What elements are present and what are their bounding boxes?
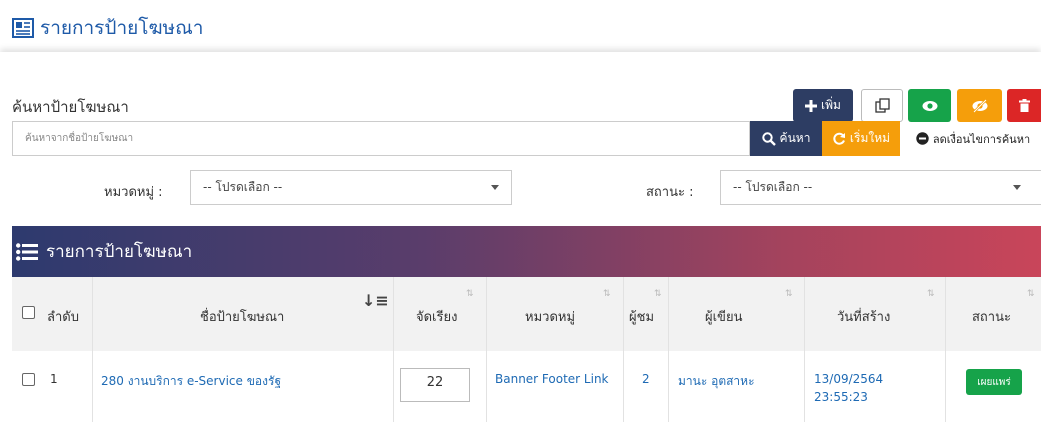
trash-icon [1018, 99, 1030, 112]
panel-title: ค้นหาป้ายโฆษณา [12, 98, 129, 116]
column-divider [623, 277, 624, 422]
column-header-name[interactable]: ชื่อป้ายโฆษณา [200, 306, 284, 327]
minus-circle-icon [916, 132, 929, 145]
chevron-down-icon [1013, 185, 1021, 190]
row-number: 1 [50, 372, 58, 386]
eye-slash-icon [972, 98, 987, 113]
row-created-time: 23:55:23 [814, 390, 868, 404]
delete-button[interactable] [1007, 89, 1041, 122]
column-divider [804, 277, 805, 422]
column-header-author[interactable]: ผู้เขียน [705, 306, 742, 327]
column-header-no[interactable]: ลำดับ [47, 306, 79, 327]
chevron-down-icon [491, 185, 499, 190]
status-filter-label: สถานะ : [646, 185, 694, 200]
search-button[interactable]: ค้นหา [750, 121, 822, 156]
sort-icon[interactable]: ⇅ [785, 289, 793, 299]
reset-button[interactable]: เริ่มใหม่ [822, 121, 900, 156]
copy-icon [874, 98, 890, 113]
add-button-label: เพิ่ม [821, 98, 841, 112]
column-header-status[interactable]: สถานะ [972, 306, 1011, 327]
column-divider [486, 277, 487, 422]
sort-icon[interactable]: ⇅ [927, 289, 935, 299]
list-header: รายการป้ายโฆษณา [12, 226, 1041, 277]
copy-button[interactable] [861, 89, 903, 122]
row-views[interactable]: 2 [642, 372, 650, 386]
column-header-category[interactable]: หมวดหมู่ [525, 306, 575, 327]
column-header-views[interactable]: ผู้ชม [629, 306, 654, 327]
row-checkbox[interactable] [22, 373, 35, 386]
sort-icon[interactable]: ⇅ [654, 289, 662, 299]
row-name-link[interactable]: 280 งานบริการ e-Service ของรัฐ [101, 372, 281, 391]
row-category-link[interactable]: Banner Footer Link [495, 372, 609, 386]
list-title: รายการป้ายโฆษณา [46, 242, 193, 262]
search-icon [761, 131, 776, 146]
column-divider [668, 277, 669, 422]
search-button-label: ค้นหา [779, 131, 811, 145]
less-search-button[interactable]: ลดเงื่อนไขการค้นหา [905, 121, 1041, 156]
category-select-value: -- โปรดเลือก -- [203, 180, 283, 194]
category-select[interactable]: -- โปรดเลือก -- [190, 170, 512, 205]
status-select[interactable]: -- โปรดเลือก -- [720, 170, 1041, 205]
show-button[interactable] [908, 89, 951, 122]
refresh-icon [833, 132, 845, 145]
sort-icon[interactable]: ⇅ [603, 289, 611, 299]
page-title-wrap: รายการป้ายโฆษณา [12, 14, 203, 42]
status-select-value: -- โปรดเลือก -- [733, 180, 813, 194]
row-author-link[interactable]: มานะ อุตสาหะ [678, 372, 755, 391]
row-created-date: 13/09/2564 [814, 372, 884, 386]
column-divider [945, 277, 946, 422]
eye-icon [922, 100, 937, 111]
reset-button-label: เริ่มใหม่ [849, 131, 891, 145]
sort-desc-icon[interactable]: ↓≡ [362, 291, 389, 310]
column-header-created[interactable]: วันที่สร้าง [837, 306, 890, 327]
column-divider [393, 277, 394, 422]
hide-button[interactable] [957, 89, 1002, 122]
select-all-checkbox[interactable] [22, 306, 35, 319]
column-header-order[interactable]: จัดเรียง [416, 306, 457, 327]
column-divider [92, 277, 93, 422]
list-icon [16, 242, 38, 261]
sort-icon[interactable]: ⇅ [466, 289, 474, 299]
sort-icon[interactable]: ⇅ [1027, 289, 1035, 299]
less-search-label: ลดเงื่อนไขการค้นหา [932, 132, 1031, 146]
newspaper-icon [12, 18, 34, 38]
status-badge[interactable]: เผยแพร่ [966, 369, 1022, 395]
row-order-input[interactable]: 22 [400, 368, 470, 402]
search-input[interactable] [12, 121, 750, 156]
add-button[interactable]: เพิ่ม [793, 89, 853, 122]
page-title: รายการป้ายโฆษณา [40, 17, 204, 39]
plus-icon [805, 99, 818, 112]
category-filter-label: หมวดหมู่ : [104, 185, 163, 200]
